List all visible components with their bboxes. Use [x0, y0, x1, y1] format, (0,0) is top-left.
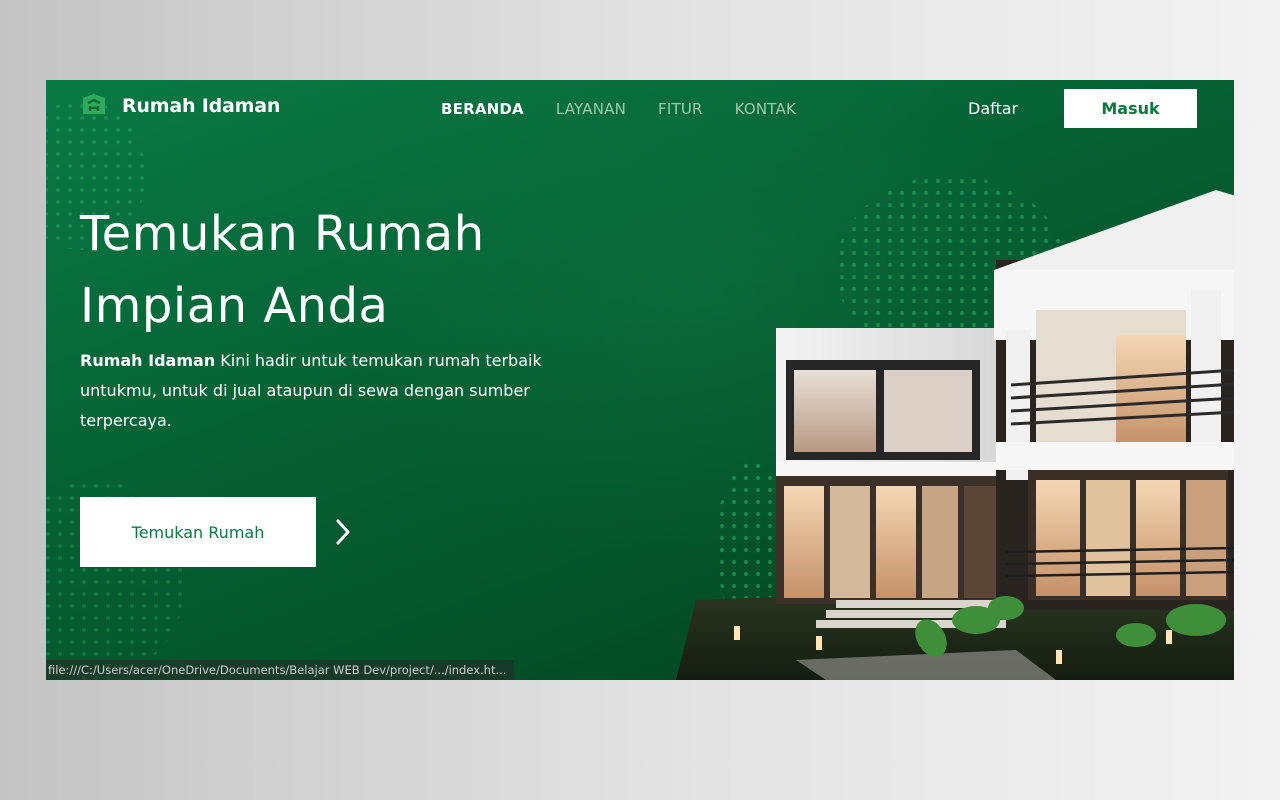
hero-title: Temukan Rumah Impian Anda [80, 198, 600, 342]
nav-fitur[interactable]: FITUR [658, 100, 703, 118]
browser-status-bar: file:///C:/Users/acer/OneDrive/Documents… [46, 660, 515, 680]
hero-description: Rumah Idaman Kini hadir untuk temukan ru… [80, 346, 560, 436]
house-logo-icon [80, 94, 108, 118]
nav-beranda[interactable]: BERANDA [441, 100, 524, 118]
logo[interactable]: Rumah Idaman [80, 94, 280, 118]
chevron-right-icon[interactable] [333, 517, 353, 551]
main-nav: BERANDA LAYANAN FITUR KONTAK [441, 100, 796, 118]
house-image [676, 190, 1234, 680]
masuk-button[interactable]: Masuk [1064, 89, 1197, 128]
nav-layanan[interactable]: LAYANAN [556, 100, 626, 118]
daftar-link[interactable]: Daftar [968, 99, 1018, 118]
hero-description-brand: Rumah Idaman [80, 351, 216, 370]
website-preview: Rumah Idaman BERANDA LAYANAN FITUR KONTA… [46, 80, 1234, 680]
temukan-rumah-button[interactable]: Temukan Rumah [80, 497, 316, 567]
nav-kontak[interactable]: KONTAK [735, 100, 796, 118]
hero-title-line-2: Impian Anda [80, 278, 389, 334]
hero-title-line-1: Temukan Rumah [80, 206, 485, 262]
brand-name: Rumah Idaman [122, 95, 281, 117]
